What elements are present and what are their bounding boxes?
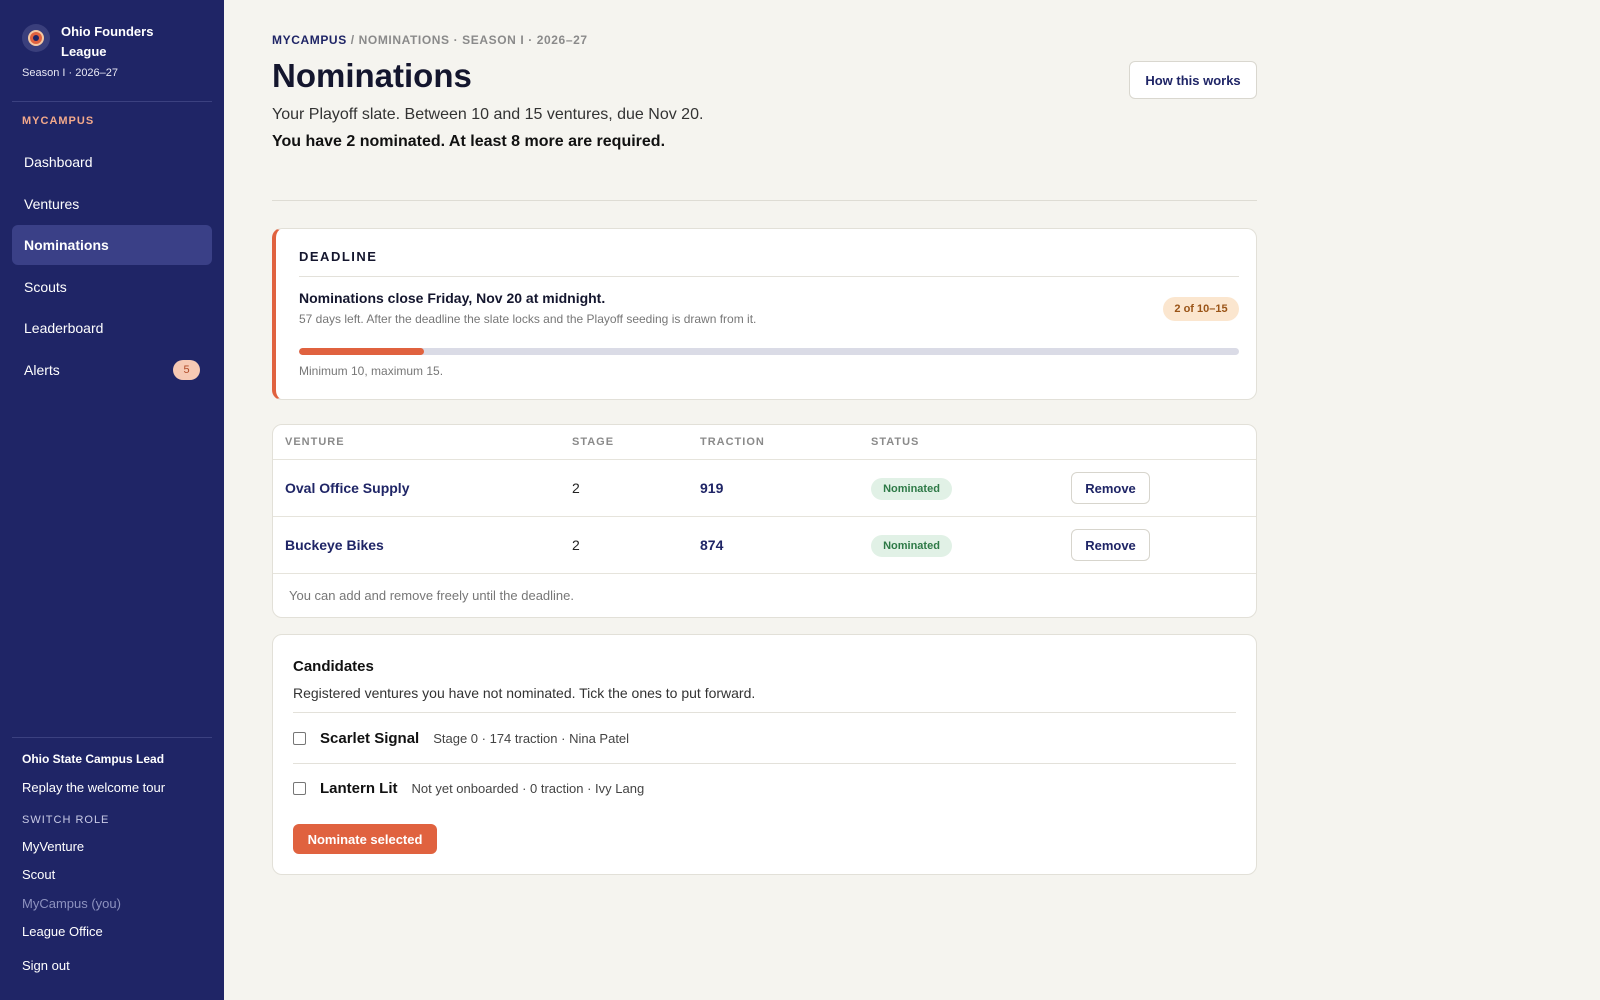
current-role-name: Ohio State Campus Lead	[22, 752, 165, 766]
nomination-status-line: You have 2 nominated. At least 8 more ar…	[272, 133, 666, 150]
table-row: Oval Office Supply 2 919 Nominated Remov…	[273, 460, 1256, 516]
column-header-status: STATUS	[871, 436, 920, 448]
candidate-row: Scarlet Signal Stage 0 · 174 traction · …	[293, 726, 629, 750]
sidebar-item-nominations[interactable]: Nominations	[12, 225, 212, 265]
sidebar-item-label: Leaderboard	[24, 320, 104, 336]
sign-out-link[interactable]: Sign out	[22, 958, 70, 973]
candidates-subtitle: Registered ventures you have not nominat…	[293, 685, 756, 701]
table-row: Buckeye Bikes 2 874 Nominated Remove	[273, 517, 1256, 573]
sidebar-section-label: MYCAMPUS	[22, 115, 95, 127]
breadcrumb-root[interactable]: MYCAMPUS	[272, 33, 347, 47]
candidate-meta: Stage 0 · 174 traction · Nina Patel	[433, 730, 630, 746]
role-link-myventure[interactable]: MyVenture	[22, 839, 84, 854]
status-badge: Nominated	[871, 478, 952, 500]
sidebar-item-dashboard[interactable]: Dashboard	[12, 142, 212, 182]
column-header-traction: TRACTION	[700, 436, 765, 448]
deadline-label: DEADLINE	[299, 249, 378, 264]
role-link-mycampus: MyCampus (you)	[22, 896, 121, 911]
remove-button[interactable]: Remove	[1071, 472, 1150, 504]
candidates-divider	[293, 763, 1236, 764]
brand-name: Ohio Founders League	[61, 24, 154, 59]
season-label: Season I · 2026–27	[22, 67, 119, 79]
switch-role-label: SWITCH ROLE	[22, 814, 110, 826]
header-divider	[272, 200, 1257, 201]
venture-stage: 2	[572, 480, 580, 496]
sidebar-item-label: Ventures	[24, 196, 80, 212]
sidebar-item-label: Alerts	[24, 362, 60, 378]
candidate-meta: Not yet onboarded · 0 traction · Ivy Lan…	[411, 780, 645, 796]
nomination-count-pill: 2 of 10–15	[1163, 297, 1239, 321]
candidates-divider	[293, 712, 1236, 713]
venture-traction: 874	[700, 537, 724, 553]
sidebar-item-ventures[interactable]: Ventures	[12, 184, 212, 224]
nomination-progress-bar	[299, 348, 1239, 355]
role-link-league-office[interactable]: League Office	[22, 924, 103, 939]
replay-tour-link[interactable]: Replay the welcome tour	[22, 780, 165, 795]
sidebar-item-label: Scouts	[24, 279, 67, 295]
breadcrumb-rest: / NOMINATIONS · SEASON I · 2026–27	[350, 33, 588, 47]
sidebar-divider	[12, 737, 212, 738]
candidate-name: Lantern Lit	[320, 779, 398, 797]
deadline-limits-note: Minimum 10, maximum 15.	[299, 364, 444, 378]
candidate-checkbox[interactable]	[293, 781, 306, 795]
venture-traction: 919	[700, 480, 724, 496]
league-shield-icon	[22, 24, 50, 52]
venture-stage: 2	[572, 537, 580, 553]
column-header-venture: VENTURE	[285, 436, 345, 448]
sidebar-item-label: Dashboard	[24, 154, 93, 170]
sidebar-item-scouts[interactable]: Scouts	[12, 267, 212, 307]
candidate-name: Scarlet Signal	[320, 729, 420, 747]
nominate-selected-button[interactable]: Nominate selected	[293, 824, 437, 854]
sidebar: Ohio Founders League Season I · 2026–27 …	[0, 0, 224, 1000]
how-this-works-button[interactable]: How this works	[1129, 61, 1257, 99]
role-link-scout[interactable]: Scout	[22, 867, 55, 882]
candidates-card: Candidates Registered ventures you have …	[272, 634, 1257, 875]
candidate-row: Lantern Lit Not yet onboarded · 0 tracti…	[293, 776, 644, 800]
nomination-progress-fill	[299, 348, 425, 355]
column-header-stage: STAGE	[572, 436, 615, 448]
table-footer-note: You can add and remove freely until the …	[289, 588, 574, 603]
alerts-count-badge: 5	[173, 360, 200, 380]
deadline-detail: 57 days left. After the deadline the sla…	[299, 312, 757, 326]
venture-name-link[interactable]: Buckeye Bikes	[285, 537, 384, 553]
deadline-headline: Nominations close Friday, Nov 20 at midn…	[299, 290, 606, 306]
sidebar-divider	[12, 101, 212, 102]
table-row-divider	[273, 573, 1256, 574]
page-subtitle: Your Playoff slate. Between 10 and 15 ve…	[272, 106, 704, 123]
sidebar-item-leaderboard[interactable]: Leaderboard	[12, 308, 212, 348]
brand[interactable]: Ohio Founders League	[22, 22, 171, 62]
remove-button[interactable]: Remove	[1071, 529, 1150, 561]
deadline-card: DEADLINE Nominations close Friday, Nov 2…	[272, 228, 1257, 400]
status-badge: Nominated	[871, 535, 952, 557]
page-title: Nominations	[272, 57, 472, 94]
candidates-title: Candidates	[293, 658, 374, 675]
breadcrumb: MYCAMPUS / NOMINATIONS · SEASON I · 2026…	[272, 33, 588, 47]
candidate-checkbox[interactable]	[293, 731, 306, 745]
nominations-table: VENTURE STAGE TRACTION STATUS Oval Offic…	[272, 424, 1257, 618]
sidebar-item-label: Nominations	[24, 237, 109, 253]
sidebar-item-alerts[interactable]: Alerts 5	[12, 350, 212, 390]
deadline-divider	[299, 276, 1239, 277]
venture-name-link[interactable]: Oval Office Supply	[285, 480, 409, 496]
